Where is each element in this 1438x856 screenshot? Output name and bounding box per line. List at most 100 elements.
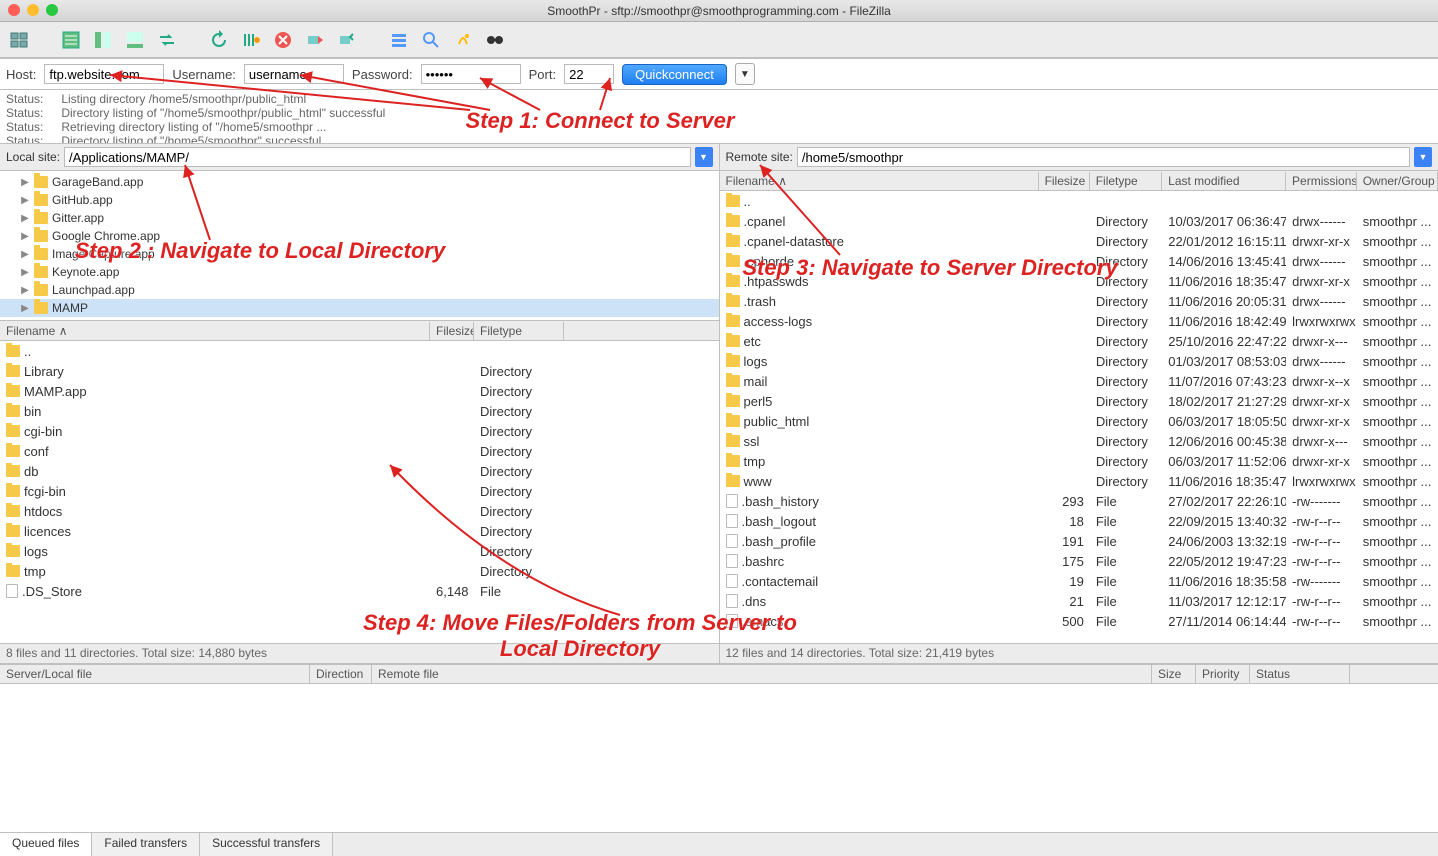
list-item[interactable]: .cpanelDirectory10/03/2017 06:36:47drwx-… [720,211,1438,231]
local-site-dropdown[interactable]: ▼ [695,147,713,167]
remote-file-list[interactable]: ...cpanelDirectory10/03/2017 06:36:47drw… [720,191,1438,643]
auto-icon[interactable] [450,27,476,53]
quickconnect-dropdown[interactable]: ▼ [735,63,755,85]
folder-icon [6,545,20,557]
disconnect-icon[interactable] [302,27,328,53]
list-item[interactable]: .contactemail19File11/06/2016 18:35:58-r… [720,571,1438,591]
file-icon [726,574,738,588]
minimize-icon[interactable] [27,4,39,16]
toggle-log-icon[interactable] [58,27,84,53]
list-item[interactable]: .trashDirectory11/06/2016 20:05:31drwx--… [720,291,1438,311]
local-status: 8 files and 11 directories. Total size: … [0,643,719,663]
bottom-tabs: Queued filesFailed transfersSuccessful t… [0,832,1438,856]
list-item[interactable]: tmpDirectory06/03/2017 11:52:06drwxr-xr-… [720,451,1438,471]
list-item[interactable]: .DS_Store6,148File [0,581,719,601]
list-item[interactable]: etcDirectory25/10/2016 22:47:22drwxr-x--… [720,331,1438,351]
remote-list-header[interactable]: Filename ∧ Filesize Filetype Last modifi… [720,171,1438,191]
folder-icon [34,194,48,206]
list-item[interactable]: .bash_history293File27/02/2017 22:26:10-… [720,491,1438,511]
toggle-queue-icon[interactable] [122,27,148,53]
site-manager-icon[interactable] [6,27,32,53]
tab[interactable]: Failed transfers [92,833,200,856]
filter-icon[interactable] [386,27,412,53]
list-item[interactable]: logsDirectory01/03/2017 08:53:03drwx----… [720,351,1438,371]
local-site-input[interactable] [64,147,690,167]
list-item[interactable]: mailDirectory11/07/2016 07:43:23drwxr-x-… [720,371,1438,391]
list-item[interactable]: .. [0,341,719,361]
local-file-list[interactable]: ..LibraryDirectoryMAMP.appDirectorybinDi… [0,341,719,643]
folder-icon [34,266,48,278]
tree-item[interactable]: ▶Google Chrome.app [0,227,719,245]
remote-site-input[interactable] [797,147,1410,167]
folder-icon [726,415,740,427]
list-item[interactable]: .bashrc175File22/05/2012 19:47:23-rw-r--… [720,551,1438,571]
queue-col[interactable]: Status [1250,665,1350,683]
port-input[interactable] [564,64,614,84]
tree-item[interactable]: ▶Image Capture.app [0,245,719,263]
tree-item[interactable]: ▶GarageBand.app [0,173,719,191]
remote-site-label: Remote site: [726,150,793,164]
list-item[interactable]: htdocsDirectory [0,501,719,521]
search-icon[interactable] [482,27,508,53]
folder-icon [34,212,48,224]
list-item[interactable]: fcgi-binDirectory [0,481,719,501]
queue-col[interactable]: Priority [1196,665,1250,683]
list-item[interactable]: .dns21File11/03/2017 12:12:17-rw-r--r--s… [720,591,1438,611]
list-item[interactable]: binDirectory [0,401,719,421]
sync-browsing-icon[interactable] [154,27,180,53]
list-item[interactable]: licencesDirectory [0,521,719,541]
list-item[interactable]: tmpDirectory [0,561,719,581]
list-item[interactable]: .cphordeDirectory14/06/2016 13:45:41drwx… [720,251,1438,271]
list-item[interactable]: logsDirectory [0,541,719,561]
folder-icon [34,230,48,242]
close-icon[interactable] [8,4,20,16]
list-item[interactable]: LibraryDirectory [0,361,719,381]
list-item[interactable]: .htpasswdsDirectory11/06/2016 18:35:47dr… [720,271,1438,291]
list-item[interactable]: public_htmlDirectory06/03/2017 18:05:50d… [720,411,1438,431]
list-item[interactable]: access-logsDirectory11/06/2016 18:42:49l… [720,311,1438,331]
list-item[interactable]: .emacs500File27/11/2014 06:14:44-rw-r--r… [720,611,1438,631]
queue-col[interactable]: Remote file [372,665,1152,683]
list-item[interactable]: confDirectory [0,441,719,461]
remote-site-dropdown[interactable]: ▼ [1414,147,1432,167]
compare-icon[interactable] [418,27,444,53]
host-input[interactable] [44,64,164,84]
tree-item[interactable]: ▶Keynote.app [0,263,719,281]
local-tree[interactable]: ▶GarageBand.app▶GitHub.app▶Gitter.app▶Go… [0,171,719,321]
list-item[interactable]: sslDirectory12/06/2016 00:45:38drwxr-x--… [720,431,1438,451]
queue-col[interactable]: Server/Local file [0,665,310,683]
queue-body[interactable] [0,684,1438,832]
refresh-icon[interactable] [206,27,232,53]
queue-col[interactable]: Direction [310,665,372,683]
tab[interactable]: Queued files [0,833,92,856]
list-item[interactable]: .cpanel-datastoreDirectory22/01/2012 16:… [720,231,1438,251]
log-pane[interactable]: Status: Listing directory /home5/smoothp… [0,90,1438,144]
list-item[interactable]: .bash_logout18File22/09/2015 13:40:32-rw… [720,511,1438,531]
reconnect-icon[interactable] [334,27,360,53]
process-queue-icon[interactable] [238,27,264,53]
list-item[interactable]: .. [720,191,1438,211]
list-item[interactable]: wwwDirectory11/06/2016 18:35:47lrwxrwxrw… [720,471,1438,491]
list-item[interactable]: perl5Directory18/02/2017 21:27:29drwxr-x… [720,391,1438,411]
cancel-icon[interactable] [270,27,296,53]
list-item[interactable]: MAMP.appDirectory [0,381,719,401]
local-list-header[interactable]: Filename ∧ Filesize Filetype [0,321,719,341]
tree-item[interactable]: ▶Gitter.app [0,209,719,227]
username-input[interactable] [244,64,344,84]
titlebar: SmoothPr - sftp://smoothpr@smoothprogram… [0,0,1438,22]
list-item[interactable]: cgi-binDirectory [0,421,719,441]
tree-item[interactable]: ▶MAMP [0,299,719,317]
quickconnect-button[interactable]: Quickconnect [622,64,727,85]
list-item[interactable]: .bash_profile191File24/06/2003 13:32:19-… [720,531,1438,551]
tree-item[interactable]: ▶Launchpad.app [0,281,719,299]
folder-icon [6,445,20,457]
folder-icon [726,395,740,407]
list-item[interactable]: dbDirectory [0,461,719,481]
password-input[interactable] [421,64,521,84]
tree-item[interactable]: ▶GitHub.app [0,191,719,209]
queue-col[interactable]: Size [1152,665,1196,683]
queue-header[interactable]: Server/Local fileDirectionRemote fileSiz… [0,664,1438,684]
tab[interactable]: Successful transfers [200,833,333,856]
toggle-tree-icon[interactable] [90,27,116,53]
maximize-icon[interactable] [46,4,58,16]
